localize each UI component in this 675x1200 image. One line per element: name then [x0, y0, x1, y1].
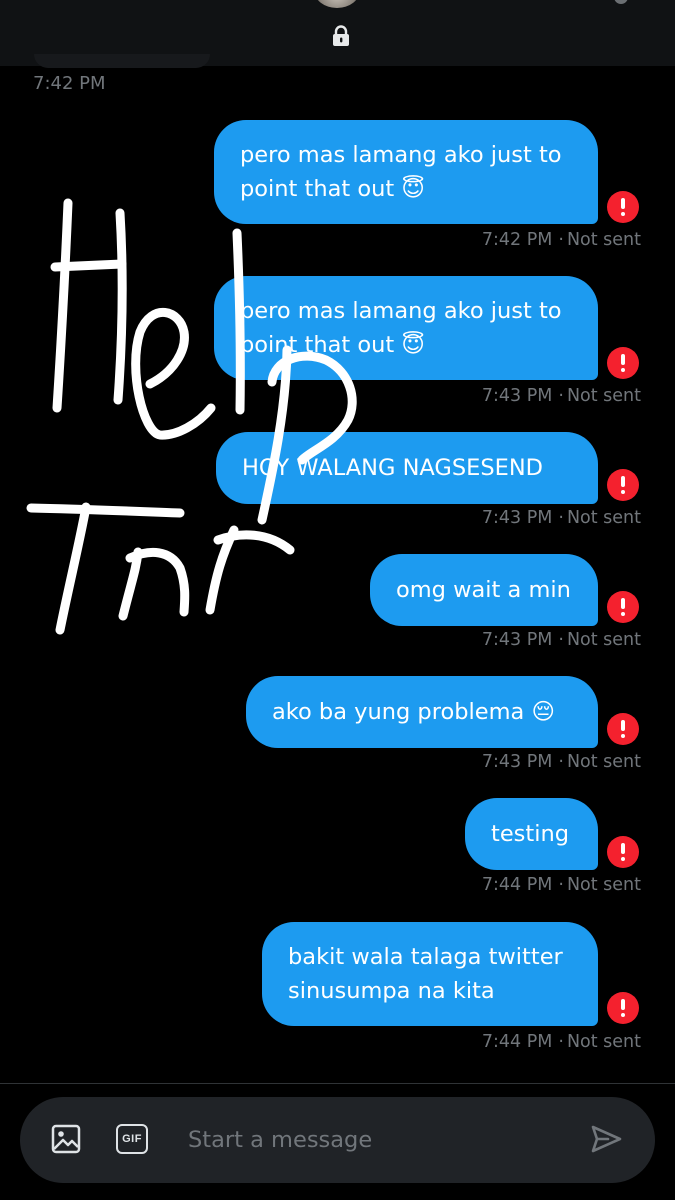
message-line: point that out 😇 — [240, 176, 425, 202]
sent-message-bubble[interactable]: bakit wala talaga twitter sinusumpa na k… — [262, 922, 598, 1026]
message-status: 7:43 PM · Not sent — [481, 752, 641, 772]
message-input[interactable] — [188, 1119, 578, 1161]
avatar[interactable] — [314, 0, 360, 8]
error-alert-icon[interactable] — [607, 591, 639, 623]
message-line: HOY WALANG NAGSESEND — [242, 455, 543, 481]
sent-message-bubble[interactable]: ako ba yung problema 😔 — [246, 676, 598, 748]
not-sent-label: Not sent — [566, 386, 641, 406]
sent-message-bubble[interactable]: pero mas lamang ako just to point that o… — [214, 120, 598, 224]
conversation-header — [0, 0, 675, 68]
error-alert-icon[interactable] — [607, 191, 639, 223]
message-line: ako ba yung problema 😔 — [272, 699, 555, 725]
not-sent-label: Not sent — [566, 752, 641, 772]
message-status: 7:44 PM · Not sent — [481, 875, 641, 895]
message-composer: GIF — [20, 1097, 655, 1183]
sent-message-bubble[interactable]: pero mas lamang ako just to point that o… — [214, 276, 598, 380]
message-status: 7:43 PM · Not sent — [481, 386, 641, 406]
error-alert-icon[interactable] — [607, 469, 639, 501]
error-alert-icon[interactable] — [607, 836, 639, 868]
message-line: testing — [491, 821, 570, 847]
previous-message-bubble — [34, 54, 210, 68]
message-time: 7:43 PM — [481, 386, 553, 406]
composer-divider — [0, 1083, 675, 1084]
message-status: 7:43 PM · Not sent — [481, 508, 641, 528]
message-time: 7:44 PM — [481, 1032, 553, 1052]
gif-icon[interactable]: GIF — [116, 1124, 148, 1154]
message-time: 7:43 PM — [481, 752, 553, 772]
message-status: 7:44 PM · Not sent — [481, 1032, 641, 1052]
sent-message-bubble[interactable]: HOY WALANG NAGSESEND — [216, 432, 598, 504]
message-status: 7:42 PM · Not sent — [481, 230, 641, 250]
message-line: sinusumpa na kita — [288, 978, 495, 1004]
not-sent-label: Not sent — [566, 630, 641, 650]
error-alert-icon[interactable] — [607, 713, 639, 745]
not-sent-label: Not sent — [566, 230, 641, 250]
not-sent-label: Not sent — [566, 508, 641, 528]
lock-icon — [333, 25, 349, 46]
message-status: 7:43 PM · Not sent — [481, 630, 641, 650]
sent-message-bubble[interactable]: testing — [465, 798, 598, 870]
message-line: pero mas lamang ako just to — [240, 142, 562, 168]
image-icon[interactable] — [50, 1123, 82, 1155]
message-time: 7:43 PM — [481, 630, 553, 650]
error-alert-icon[interactable] — [607, 347, 639, 379]
sent-message-bubble[interactable]: omg wait a min — [370, 554, 598, 626]
message-line: bakit wala talaga twitter — [288, 944, 563, 970]
message-line: omg wait a min — [396, 577, 571, 603]
message-line: point that out 😇 — [240, 332, 425, 358]
not-sent-label: Not sent — [566, 1032, 641, 1052]
info-icon[interactable] — [614, 0, 628, 4]
not-sent-label: Not sent — [566, 875, 641, 895]
message-time: 7:42 PM — [481, 230, 553, 250]
send-icon[interactable] — [590, 1123, 622, 1155]
message-line: pero mas lamang ako just to — [240, 298, 562, 324]
error-alert-icon[interactable] — [607, 992, 639, 1024]
message-timestamp: 7:42 PM — [33, 73, 106, 94]
message-time: 7:44 PM — [481, 875, 553, 895]
message-time: 7:43 PM — [481, 508, 553, 528]
